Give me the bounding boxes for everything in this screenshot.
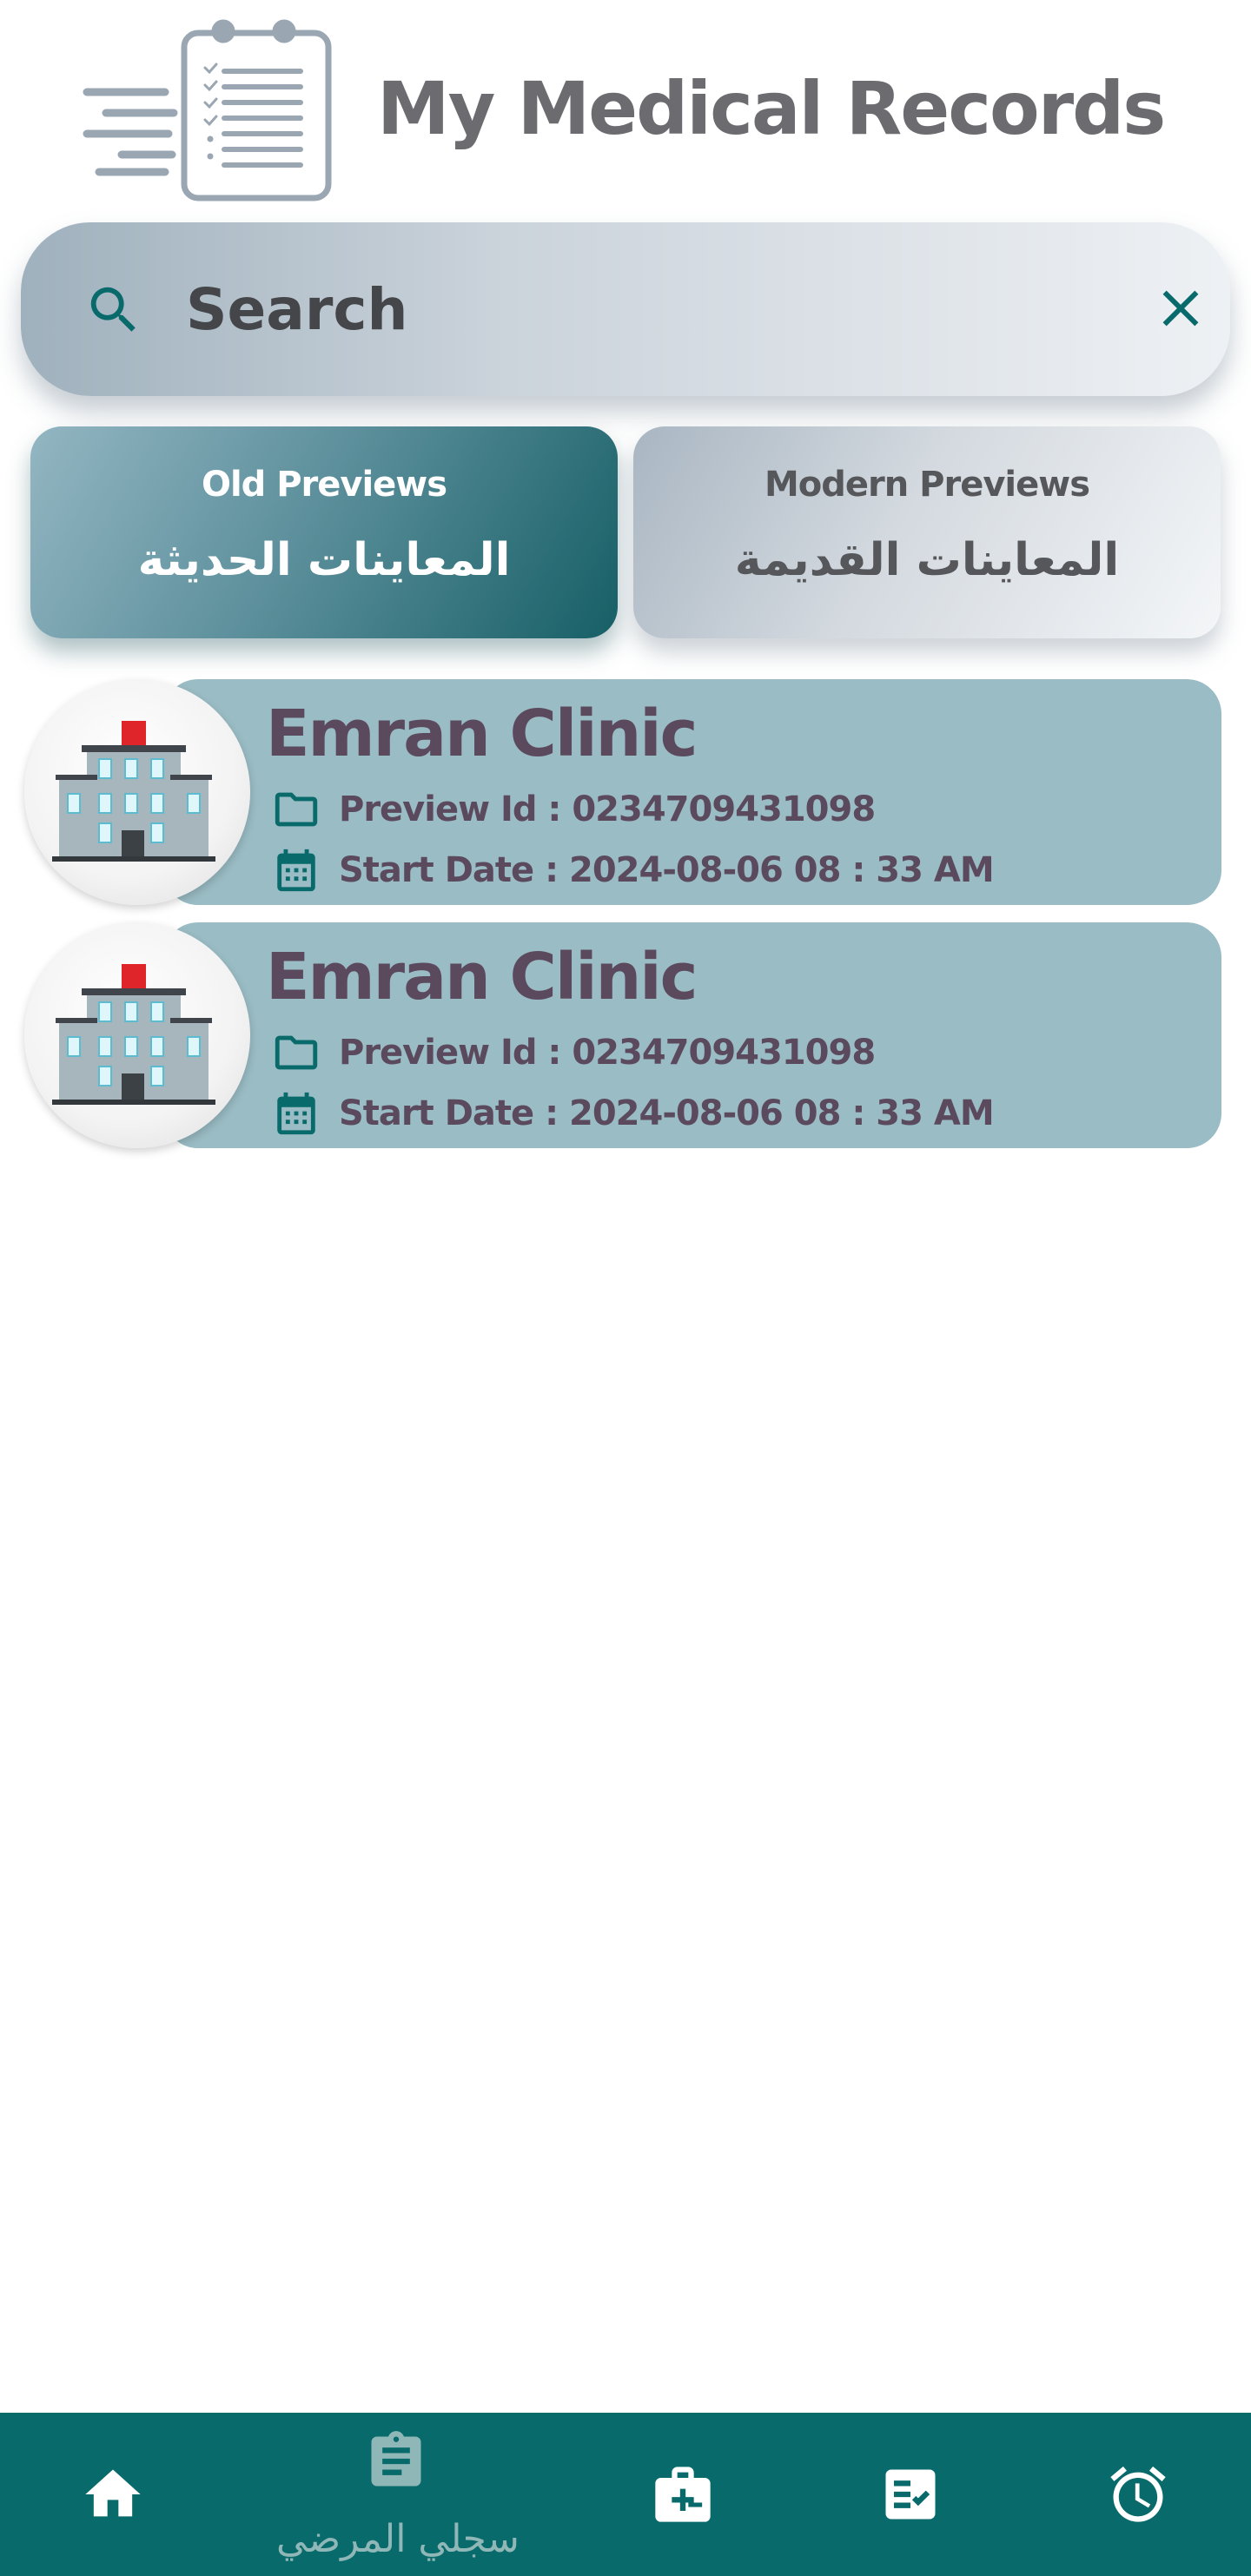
hospital-avatar bbox=[24, 922, 250, 1148]
nav-label: سجلي المرضي bbox=[276, 2517, 520, 2561]
start-date-row: Start Date : 2024-08-06 08 : 33 AM bbox=[271, 1087, 995, 1139]
preview-id: Preview Id : 0234709431098 bbox=[339, 789, 876, 829]
start-date: Start Date : 2024-08-06 08 : 33 AM bbox=[339, 1093, 995, 1133]
search-bar[interactable] bbox=[21, 222, 1230, 396]
search-input[interactable] bbox=[186, 257, 1055, 361]
app-header: My Medical Records bbox=[0, 0, 1251, 217]
calendar-icon bbox=[277, 849, 315, 892]
clinic-name: Emran Clinic bbox=[266, 940, 698, 1014]
preview-id-row: Preview Id : 0234709431098 bbox=[271, 783, 876, 836]
nav-medical-kit[interactable] bbox=[622, 2413, 744, 2576]
nav-home[interactable] bbox=[52, 2413, 174, 2576]
tab-old-previews[interactable]: Old Previews المعاينات الحديثة bbox=[30, 426, 618, 638]
preview-id: Preview Id : 0234709431098 bbox=[339, 1033, 876, 1073]
tab-label-ar: المعاينات الحديثة bbox=[137, 534, 511, 586]
alarm-clock-icon bbox=[1110, 2466, 1166, 2522]
clipboard-icon bbox=[371, 2431, 421, 2487]
clipboard-checklist-icon bbox=[83, 19, 332, 201]
calendar-icon bbox=[277, 1092, 315, 1135]
close-icon[interactable] bbox=[1150, 278, 1211, 339]
clinic-name: Emran Clinic bbox=[266, 697, 698, 771]
task-list-icon bbox=[885, 2469, 936, 2520]
start-date: Start Date : 2024-08-06 08 : 33 AM bbox=[339, 850, 995, 890]
hospital-building-icon bbox=[52, 721, 215, 862]
page-title: My Medical Records bbox=[377, 66, 1166, 151]
tab-label-en: Old Previews bbox=[201, 465, 447, 505]
hospital-building-icon bbox=[52, 964, 215, 1105]
home-icon bbox=[85, 2469, 141, 2517]
bottom-nav: سجلي المرضي bbox=[0, 2413, 1251, 2576]
preview-id-row: Preview Id : 0234709431098 bbox=[271, 1027, 876, 1079]
tab-modern-previews[interactable]: Modern Previews المعاينات القديمة bbox=[633, 426, 1221, 638]
hospital-avatar bbox=[24, 679, 250, 905]
tab-label-en: Modern Previews bbox=[764, 465, 1090, 505]
record-item[interactable]: Emran Clinic Preview Id : 0234709431098 … bbox=[24, 679, 1221, 905]
medical-kit-icon bbox=[655, 2467, 711, 2522]
tab-label-ar: المعاينات القديمة bbox=[734, 534, 1120, 586]
search-icon bbox=[90, 287, 136, 332]
record-item[interactable]: Emran Clinic Preview Id : 0234709431098 … bbox=[24, 922, 1221, 1148]
nav-alarm[interactable] bbox=[1077, 2413, 1199, 2576]
nav-patient-record[interactable]: سجلي المرضي bbox=[268, 2413, 528, 2576]
start-date-row: Start Date : 2024-08-06 08 : 33 AM bbox=[271, 844, 995, 896]
folder-icon bbox=[275, 792, 318, 827]
folder-icon bbox=[275, 1035, 318, 1070]
nav-tasks[interactable] bbox=[850, 2413, 971, 2576]
